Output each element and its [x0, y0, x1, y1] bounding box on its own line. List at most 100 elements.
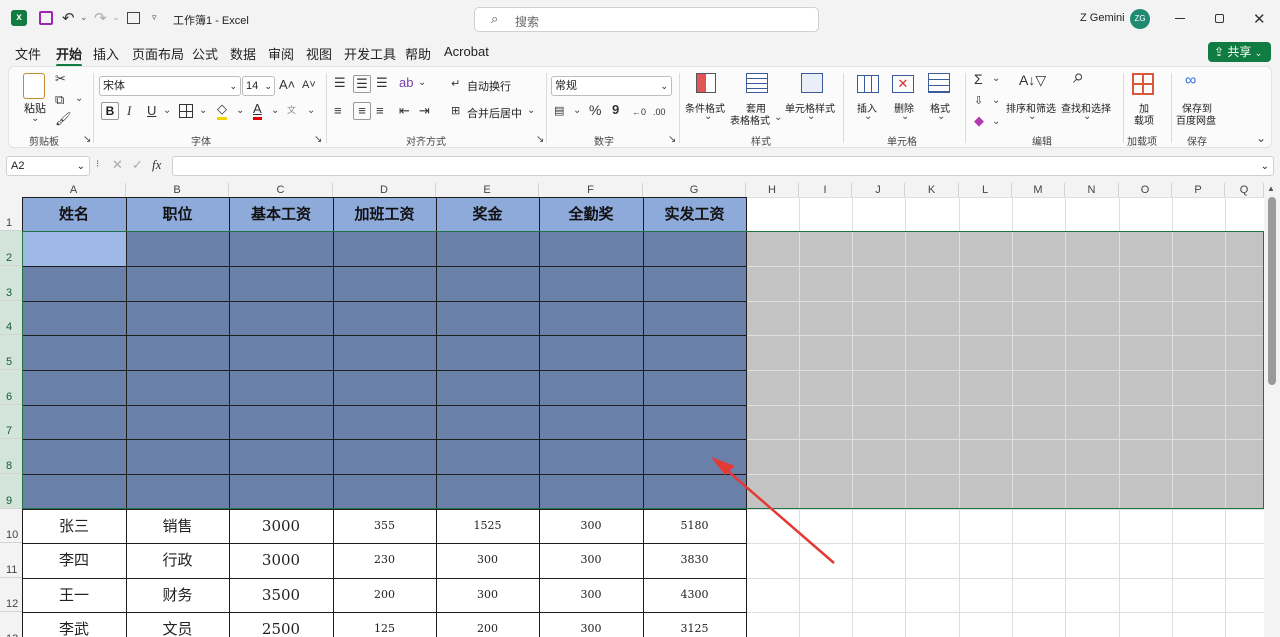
formula-bar-options-icon[interactable]: ⁝: [96, 159, 99, 170]
user-name[interactable]: Z Gemini: [1080, 12, 1125, 24]
select-all-corner[interactable]: [0, 183, 22, 197]
clipboard-launcher-icon[interactable]: ↘: [83, 134, 91, 145]
column-header-A[interactable]: A: [22, 183, 126, 197]
row-header-5[interactable]: 5: [0, 335, 22, 370]
orientation-icon[interactable]: ab: [399, 75, 413, 91]
data-cell[interactable]: 300: [436, 543, 539, 578]
tab-view[interactable]: 视图: [306, 44, 332, 63]
search-box[interactable]: ⌕ 搜索: [474, 7, 819, 32]
data-cell[interactable]: 李四: [22, 543, 126, 578]
column-header-B[interactable]: B: [126, 183, 229, 197]
decrease-decimal-icon[interactable]: .00: [653, 104, 666, 120]
fill-color-dropdown-icon[interactable]: ⌄: [236, 105, 244, 116]
orientation-dropdown-icon[interactable]: ⌄: [418, 77, 426, 88]
font-color-icon[interactable]: A: [253, 101, 262, 120]
percent-button[interactable]: %: [589, 102, 601, 118]
data-cell[interactable]: 3500: [229, 578, 333, 612]
data-cell[interactable]: 3000: [229, 543, 333, 578]
align-right-icon[interactable]: ≡: [376, 103, 384, 119]
column-header-P[interactable]: P: [1172, 183, 1225, 197]
tab-page-layout[interactable]: 页面布局: [132, 44, 184, 63]
merge-center-icon[interactable]: ⊞: [451, 103, 460, 119]
data-cell[interactable]: 行政: [126, 543, 229, 578]
number-launcher-icon[interactable]: ↘: [668, 134, 676, 145]
border-dropdown-icon[interactable]: ⌄: [199, 105, 207, 116]
fill-dropdown-icon[interactable]: ⌄: [992, 95, 1000, 106]
data-cell[interactable]: 5180: [643, 509, 746, 543]
copy-icon[interactable]: ⧉: [55, 92, 64, 108]
align-center-icon[interactable]: ≡: [353, 102, 371, 120]
column-header-J[interactable]: J: [852, 183, 905, 197]
decrease-font-icon[interactable]: A˅: [302, 77, 316, 93]
autosum-dropdown-icon[interactable]: ⌄: [992, 73, 1000, 84]
accounting-dropdown-icon[interactable]: ⌄: [573, 105, 581, 116]
data-cell[interactable]: 3830: [643, 543, 746, 578]
data-cell[interactable]: 3000: [229, 509, 333, 543]
underline-dropdown-icon[interactable]: ⌄: [163, 105, 171, 116]
data-cell[interactable]: 文员: [126, 612, 229, 637]
align-middle-icon[interactable]: ☰: [353, 75, 371, 93]
tab-review[interactable]: 审阅: [268, 44, 294, 63]
copy-dropdown-icon[interactable]: ⌄: [75, 93, 83, 104]
row-header-6[interactable]: 6: [0, 370, 22, 405]
tab-home[interactable]: 开始: [56, 44, 83, 67]
column-header-Q[interactable]: Q: [1225, 183, 1264, 197]
formula-input[interactable]: ⌄: [172, 156, 1274, 176]
autosum-icon[interactable]: Σ: [974, 71, 983, 87]
column-header-L[interactable]: L: [959, 183, 1012, 197]
data-cell[interactable]: 1525: [436, 509, 539, 543]
sort-filter-dropdown-icon[interactable]: ⌄: [1028, 111, 1036, 122]
font-name-select[interactable]: 宋体 ⌄: [99, 76, 241, 96]
row-header-9[interactable]: 9: [0, 474, 22, 509]
data-cell[interactable]: 355: [333, 509, 436, 543]
column-header-F[interactable]: F: [539, 183, 643, 197]
customize-qat-icon[interactable]: ▿: [152, 12, 157, 23]
fill-color-icon[interactable]: ◇: [217, 101, 227, 120]
column-header-G[interactable]: G: [643, 183, 746, 197]
data-cell[interactable]: 300: [436, 578, 539, 612]
alignment-launcher-icon[interactable]: ↘: [536, 134, 544, 145]
format-painter-icon[interactable]: 🖌: [55, 111, 72, 127]
scrollbar-thumb[interactable]: [1268, 197, 1276, 385]
column-header-O[interactable]: O: [1119, 183, 1172, 197]
data-cell[interactable]: 财务: [126, 578, 229, 612]
decrease-indent-icon[interactable]: ⇤: [399, 103, 410, 119]
data-cell[interactable]: 300: [539, 509, 643, 543]
data-cell[interactable]: 李武: [22, 612, 126, 637]
header-cell[interactable]: 职位: [126, 197, 229, 231]
column-header-M[interactable]: M: [1012, 183, 1065, 197]
border-icon[interactable]: [179, 104, 193, 118]
data-cell[interactable]: 230: [333, 543, 436, 578]
align-top-icon[interactable]: ☰: [334, 75, 346, 91]
data-cell[interactable]: 王一: [22, 578, 126, 612]
column-header-N[interactable]: N: [1065, 183, 1119, 197]
column-header-E[interactable]: E: [436, 183, 539, 197]
row-header-3[interactable]: 3: [0, 266, 22, 301]
tab-help[interactable]: 帮助: [405, 44, 431, 63]
find-select-dropdown-icon[interactable]: ⌄: [1083, 111, 1091, 122]
row-header-7[interactable]: 7: [0, 405, 22, 439]
conditional-format-dropdown-icon[interactable]: ⌄: [704, 111, 712, 122]
collapse-ribbon-icon[interactable]: ⌄: [1256, 131, 1266, 145]
wrap-text-icon[interactable]: ↵: [451, 76, 460, 92]
cut-icon[interactable]: ✂: [55, 71, 66, 87]
expand-formula-icon[interactable]: ⌄: [1261, 158, 1269, 176]
bold-button[interactable]: B: [101, 102, 119, 120]
header-cell[interactable]: 奖金: [436, 197, 539, 231]
name-box[interactable]: A2 ⌄: [6, 156, 90, 176]
column-header-C[interactable]: C: [229, 183, 333, 197]
data-cell[interactable]: 3125: [643, 612, 746, 637]
row-header-13[interactable]: 13: [0, 612, 22, 637]
column-header-H[interactable]: H: [746, 183, 799, 197]
header-cell[interactable]: 全勤奖: [539, 197, 643, 231]
data-cell[interactable]: 300: [539, 543, 643, 578]
accounting-icon[interactable]: ▤: [554, 103, 564, 119]
row-header-12[interactable]: 12: [0, 578, 22, 612]
font-color-dropdown-icon[interactable]: ⌄: [271, 105, 279, 116]
header-cell[interactable]: 实发工资: [643, 197, 746, 231]
paste-dropdown-icon[interactable]: ⌄: [31, 113, 39, 124]
worksheet-grid[interactable]: ABCDEFGHIJKLMNOPQ12345678910111213姓名职位基本…: [0, 183, 1280, 637]
delete-cells-dropdown-icon[interactable]: ⌄: [901, 111, 909, 122]
font-launcher-icon[interactable]: ↘: [314, 134, 322, 145]
italic-button[interactable]: I: [127, 103, 131, 119]
